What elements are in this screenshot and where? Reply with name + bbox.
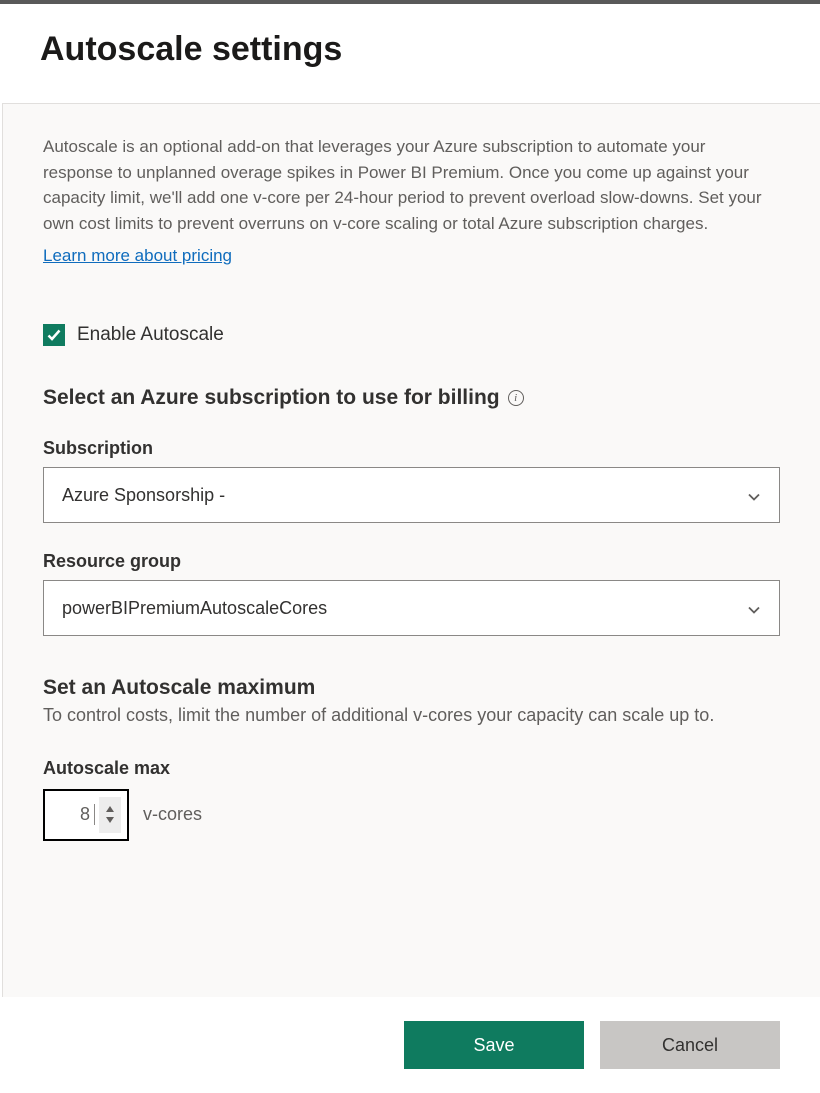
autoscale-max-row: 8 v-cores xyxy=(43,789,780,841)
resource-group-value: powerBIPremiumAutoscaleCores xyxy=(62,598,327,619)
stepper-up-icon[interactable] xyxy=(106,806,114,812)
maximum-description: To control costs, limit the number of ad… xyxy=(43,702,780,730)
dialog-header: Autoscale settings xyxy=(0,4,820,103)
learn-more-link[interactable]: Learn more about pricing xyxy=(43,246,232,266)
autoscale-max-unit: v-cores xyxy=(143,804,202,825)
billing-heading-text: Select an Azure subscription to use for … xyxy=(43,386,500,410)
stepper-down-icon[interactable] xyxy=(106,817,114,823)
subscription-label: Subscription xyxy=(43,438,780,459)
button-bar: Save Cancel xyxy=(0,997,820,1093)
autoscale-max-label: Autoscale max xyxy=(43,758,780,779)
enable-autoscale-checkbox[interactable] xyxy=(43,324,65,346)
enable-autoscale-label: Enable Autoscale xyxy=(77,324,224,346)
resource-group-label: Resource group xyxy=(43,551,780,572)
resource-group-dropdown[interactable]: powerBIPremiumAutoscaleCores xyxy=(43,580,780,636)
content-panel: Autoscale is an optional add-on that lev… xyxy=(2,103,820,997)
chevron-down-icon xyxy=(747,601,761,615)
subscription-dropdown[interactable]: Azure Sponsorship - xyxy=(43,467,780,523)
billing-heading: Select an Azure subscription to use for … xyxy=(43,386,780,410)
cancel-button[interactable]: Cancel xyxy=(600,1021,780,1069)
maximum-heading: Set an Autoscale maximum xyxy=(43,676,780,700)
save-button[interactable]: Save xyxy=(404,1021,584,1069)
subscription-value: Azure Sponsorship - xyxy=(62,485,225,506)
chevron-down-icon xyxy=(747,488,761,502)
autoscale-max-value[interactable]: 8 xyxy=(51,804,95,825)
intro-description: Autoscale is an optional add-on that lev… xyxy=(43,134,780,236)
autoscale-max-stepper[interactable]: 8 xyxy=(43,789,129,841)
checkmark-icon xyxy=(46,327,62,343)
info-icon[interactable]: i xyxy=(508,390,524,406)
stepper-arrows[interactable] xyxy=(99,797,121,833)
page-title: Autoscale settings xyxy=(40,30,780,69)
enable-autoscale-row: Enable Autoscale xyxy=(43,324,780,346)
